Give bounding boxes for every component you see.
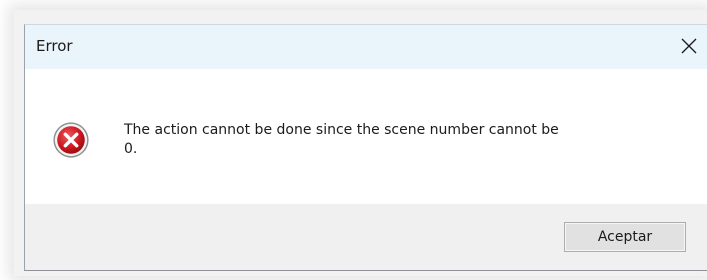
error-message-line1: The action cannot be done since the scen… xyxy=(124,122,559,138)
error-message: The action cannot be done since the scen… xyxy=(124,121,684,159)
accept-button[interactable]: Aceptar xyxy=(564,222,686,252)
error-icon xyxy=(53,122,89,158)
screen: Error The action cannot be done since th… xyxy=(0,0,707,280)
dialog-footer: Aceptar xyxy=(25,204,707,270)
title-bar[interactable]: Error xyxy=(25,25,707,69)
error-dialog: Error The action cannot be done since th… xyxy=(24,24,707,271)
error-message-line2: 0. xyxy=(124,141,138,157)
close-icon xyxy=(681,38,697,54)
dialog-content: The action cannot be done since the scen… xyxy=(25,69,707,204)
dialog-title: Error xyxy=(36,37,73,55)
close-button[interactable] xyxy=(675,32,703,60)
